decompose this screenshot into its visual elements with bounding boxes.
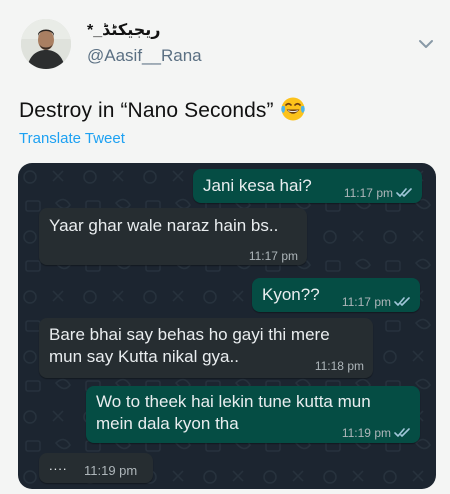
message-time: 11:18 pm	[314, 359, 364, 373]
message-time: 11:19 pm	[342, 422, 412, 444]
message-bubble-incoming[interactable]: Yaar ghar wale naraz hain bs.. 11:17 pm	[39, 208, 307, 265]
message-bubble-incoming[interactable]: .... 11:19 pm	[39, 453, 153, 483]
message-time-text: 11:17 pm	[341, 295, 391, 309]
message-text: Bare bhai say behas ho gayi thi mere	[49, 325, 330, 344]
double-check-icon	[396, 188, 412, 197]
display-name[interactable]: ریجیکٹڈ_*	[87, 20, 160, 40]
message-bubble-outgoing[interactable]: Wo to theek hai lekin tune kutta mun mei…	[86, 386, 420, 443]
double-check-icon	[394, 428, 410, 437]
message-time-text: 11:17 pm	[343, 186, 393, 200]
chevron-down-icon[interactable]	[418, 38, 434, 50]
user-handle[interactable]: @Aasif__Rana	[87, 46, 202, 66]
message-bubble-outgoing[interactable]: Kyon?? 11:17 pm	[252, 278, 420, 312]
message-text: ....	[49, 458, 68, 473]
avatar[interactable]	[21, 19, 71, 69]
tears-of-joy-emoji	[280, 97, 305, 121]
message-bubble-incoming[interactable]: Bare bhai say behas ho gayi thi mere mun…	[39, 318, 373, 378]
message-time-text: 11:19 pm	[341, 426, 391, 440]
message-text: Wo to theek hai lekin tune kutta mun	[96, 392, 371, 411]
message-text: Yaar ghar wale naraz hain bs..	[49, 216, 279, 235]
message-text: Kyon??	[262, 285, 320, 304]
message-time: 11:19 pm	[84, 463, 138, 478]
tweet-header: ریجیکٹڈ_* @Aasif__Rana	[0, 0, 450, 90]
message-bubble-outgoing[interactable]: Jani kesa hai? 11:17 pm	[193, 169, 422, 203]
double-check-icon	[394, 297, 410, 306]
tweet-text: Destroy in “Nano Seconds”	[19, 96, 306, 123]
message-text: mun say Kutta nikal gya..	[49, 347, 239, 366]
chat-screenshot: Jani kesa hai? 11:17 pm Yaar ghar wale n…	[18, 163, 436, 489]
message-text: Jani kesa hai?	[203, 176, 312, 195]
message-time: 11:17 pm	[248, 249, 298, 263]
message-time: 11:17 pm	[344, 182, 414, 204]
translate-tweet-link[interactable]: Translate Tweet	[19, 130, 125, 147]
message-time: 11:17 pm	[342, 291, 412, 313]
tweet-text-content: Destroy in “Nano Seconds”	[19, 99, 274, 122]
message-text: mein dala kyon tha	[96, 414, 239, 433]
